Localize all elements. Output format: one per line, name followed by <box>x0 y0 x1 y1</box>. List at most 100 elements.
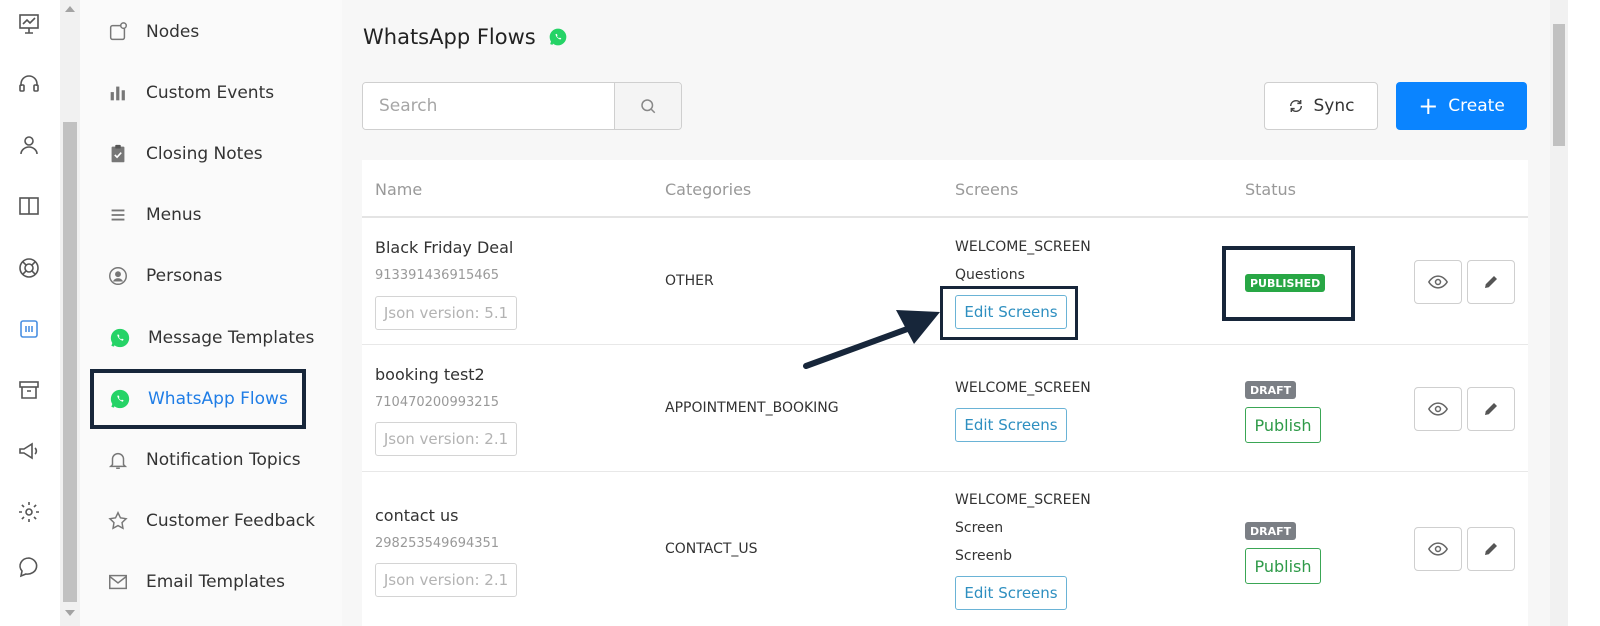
menu-item-customer-feedback[interactable]: Customer Feedback <box>106 501 315 541</box>
menu-item-custom-events[interactable]: Custom Events <box>106 73 274 113</box>
publish-button[interactable]: Publish <box>1245 407 1321 443</box>
lifebuoy-icon[interactable] <box>17 256 41 280</box>
user-icon[interactable] <box>17 133 41 157</box>
menu-item-label: Message Templates <box>148 328 315 348</box>
flow-id: 913391436915465 <box>375 268 500 283</box>
pencil-icon <box>1485 276 1497 288</box>
eye-icon <box>1428 275 1448 289</box>
sidebar-scrollbar[interactable] <box>60 0 80 626</box>
create-button[interactable]: + Create <box>1396 82 1527 130</box>
search-box <box>362 82 682 130</box>
edit-button[interactable] <box>1467 260 1515 304</box>
columns-icon[interactable] <box>17 194 41 218</box>
whatsapp-icon <box>548 27 568 47</box>
view-button[interactable] <box>1414 387 1462 431</box>
annotation-highlight-edit-screens <box>940 286 1078 340</box>
menu-item-personas[interactable]: Personas <box>106 256 222 296</box>
scroll-down-icon[interactable] <box>65 610 75 616</box>
search-input[interactable] <box>363 83 614 129</box>
view-button[interactable] <box>1414 527 1462 571</box>
menu-item-label: Notification Topics <box>146 450 301 470</box>
flow-category: APPOINTMENT_BOOKING <box>665 400 839 416</box>
megaphone-icon[interactable] <box>17 439 41 463</box>
screen-name: Screenb <box>955 548 1013 564</box>
view-button[interactable] <box>1414 260 1462 304</box>
node-icon <box>106 20 130 44</box>
gear-icon[interactable] <box>17 500 41 524</box>
flow-id: 710470200993215 <box>375 395 500 410</box>
menu-item-nodes[interactable]: Nodes <box>106 12 199 52</box>
page-scrollbar[interactable] <box>1550 0 1568 626</box>
edit-button[interactable] <box>1467 527 1515 571</box>
window-edge <box>1568 0 1600 626</box>
menu-item-menus[interactable]: Menus <box>106 195 202 235</box>
screen-name: WELCOME_SCREEN <box>955 380 1091 396</box>
flow-name: booking test2 <box>375 365 485 384</box>
status-badge: DRAFT <box>1245 522 1297 540</box>
bar-chart-icon <box>106 81 130 105</box>
eye-icon <box>1428 402 1448 416</box>
eye-icon <box>1428 542 1448 556</box>
search-button[interactable] <box>614 83 681 129</box>
column-header-name: Name <box>375 180 423 199</box>
pencil-icon <box>1485 403 1497 415</box>
menu-item-notification-topics[interactable]: Notification Topics <box>106 440 301 480</box>
annotation-highlight-status <box>1222 246 1355 321</box>
json-version-badge: Json version: 2.1 <box>375 422 517 456</box>
menu-item-message-templates[interactable]: Message Templates <box>108 318 314 358</box>
sync-button-label: Sync <box>1313 96 1355 116</box>
edit-button[interactable] <box>1467 387 1515 431</box>
menu-item-label: Nodes <box>146 22 200 42</box>
headset-icon[interactable] <box>17 72 41 96</box>
menu-item-email-templates[interactable]: Email Templates <box>106 562 285 602</box>
sync-button[interactable]: Sync <box>1264 82 1378 130</box>
publish-button[interactable]: Publish <box>1245 548 1321 584</box>
page-title: WhatsApp Flows <box>363 25 568 49</box>
column-header-screens: Screens <box>955 180 1019 199</box>
flow-category: CONTACT_US <box>665 541 758 557</box>
search-icon <box>641 99 656 114</box>
chat-icon[interactable] <box>17 555 41 579</box>
plus-icon: + <box>1418 92 1439 120</box>
flows-table: Name Categories Screens Status Black Fri… <box>362 160 1528 626</box>
menu-item-label: Personas <box>146 266 223 286</box>
edit-screens-button[interactable]: Edit Screens <box>955 408 1067 442</box>
pencil-icon <box>1485 543 1497 555</box>
clipboard-check-icon <box>106 142 130 166</box>
menu-item-label: Custom Events <box>146 83 275 103</box>
menu-item-label: Customer Feedback <box>146 511 315 531</box>
column-header-status: Status <box>1245 180 1296 199</box>
channel-icon[interactable] <box>17 317 41 341</box>
edit-screens-button[interactable]: Edit Screens <box>955 576 1067 610</box>
sync-icon <box>1289 100 1302 112</box>
page-title-text: WhatsApp Flows <box>363 25 536 49</box>
json-version-badge: Json version: 5.1 <box>375 296 517 330</box>
flow-name: contact us <box>375 506 459 525</box>
menu-item-closing-notes[interactable]: Closing Notes <box>106 134 263 174</box>
list-icon <box>106 203 130 227</box>
icon-rail <box>0 0 60 626</box>
scrollbar-thumb[interactable] <box>63 122 77 602</box>
screen-name: Questions <box>955 267 1025 283</box>
column-header-categories: Categories <box>665 180 752 199</box>
annotation-highlight-menu <box>90 369 306 429</box>
row-divider <box>362 471 1528 472</box>
presentation-icon[interactable] <box>17 12 41 36</box>
scroll-up-icon[interactable] <box>65 6 75 12</box>
json-version-badge: Json version: 2.1 <box>375 563 517 597</box>
screen-name: Screen <box>955 520 1004 536</box>
scrollbar-thumb[interactable] <box>1553 24 1565 146</box>
menu-item-label: Menus <box>146 205 202 225</box>
person-circle-icon <box>106 264 130 288</box>
flow-id: 298253549694351 <box>375 536 500 551</box>
menu-item-label: Email Templates <box>146 572 285 592</box>
screen-name: WELCOME_SCREEN <box>955 239 1091 255</box>
bell-icon <box>106 448 130 472</box>
whatsapp-icon <box>108 326 132 350</box>
menu-item-label: Closing Notes <box>146 144 263 164</box>
status-badge: DRAFT <box>1245 381 1297 399</box>
star-icon <box>106 509 130 533</box>
archive-icon[interactable] <box>17 378 41 402</box>
mail-icon <box>106 570 130 594</box>
annotation-arrow-icon <box>803 310 940 369</box>
